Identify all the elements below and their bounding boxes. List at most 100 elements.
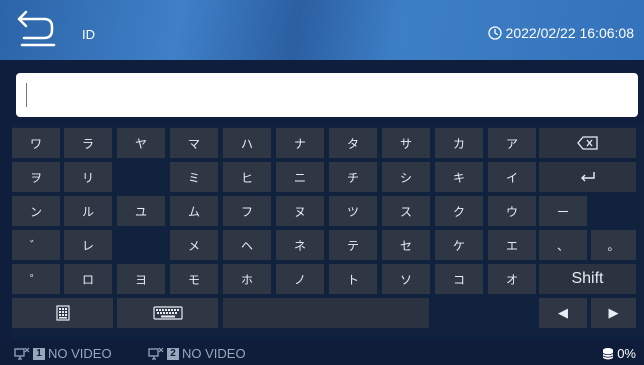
key-no-label: ノ bbox=[293, 272, 306, 287]
clock: 2022/02/22 16:06:08 bbox=[487, 25, 634, 41]
storage-status: 0% bbox=[602, 346, 636, 361]
key-e-label: エ bbox=[505, 238, 518, 253]
key-yu-label: ユ bbox=[134, 204, 147, 219]
key-wa[interactable]: ワ bbox=[12, 128, 60, 158]
key-handakuten[interactable]: ゜ bbox=[12, 264, 60, 294]
key-ro-label: ロ bbox=[81, 272, 94, 287]
left-arrow-key[interactable]: ◀ bbox=[539, 298, 587, 328]
key-n[interactable]: ン bbox=[12, 196, 60, 226]
id-text-input[interactable] bbox=[16, 73, 638, 117]
text-caret bbox=[26, 83, 27, 107]
key-yu[interactable]: ユ bbox=[117, 196, 165, 226]
key-ta[interactable]: タ bbox=[329, 128, 377, 158]
key-no[interactable]: ノ bbox=[276, 264, 324, 294]
clock-icon bbox=[487, 26, 502, 40]
back-button[interactable] bbox=[14, 8, 60, 52]
camera-link-icon bbox=[148, 347, 164, 360]
key-u[interactable]: ウ bbox=[488, 196, 536, 226]
key-chi[interactable]: チ bbox=[329, 162, 377, 192]
key-ha-label: ハ bbox=[240, 136, 253, 151]
key-ka[interactable]: カ bbox=[435, 128, 483, 158]
key-a[interactable]: ア bbox=[488, 128, 536, 158]
key-te-label: テ bbox=[346, 238, 359, 253]
key-ru[interactable]: ル bbox=[64, 196, 112, 226]
key-nu[interactable]: ヌ bbox=[276, 196, 324, 226]
long-vowel-key[interactable]: ー bbox=[539, 196, 587, 226]
right-arrow-key[interactable]: ▶ bbox=[591, 298, 636, 328]
numeric-mode-key[interactable] bbox=[12, 298, 113, 328]
key-yo-label: ヨ bbox=[134, 272, 147, 287]
key-ni[interactable]: ニ bbox=[276, 162, 324, 192]
key-so[interactable]: ソ bbox=[382, 264, 430, 294]
key-he[interactable]: ヘ bbox=[223, 230, 271, 260]
key-na[interactable]: ナ bbox=[276, 128, 324, 158]
key-fu-label: フ bbox=[240, 204, 253, 219]
space-key[interactable] bbox=[223, 298, 429, 328]
key-ne[interactable]: ネ bbox=[276, 230, 324, 260]
key-ya-label: ヤ bbox=[134, 136, 147, 151]
key-su[interactable]: ス bbox=[382, 196, 430, 226]
key-ke-label: ケ bbox=[452, 238, 465, 253]
key-a-label: ア bbox=[505, 136, 518, 151]
period-key[interactable]: 。 bbox=[591, 230, 636, 260]
key-to[interactable]: ト bbox=[329, 264, 377, 294]
camera1-number: 1 bbox=[33, 347, 45, 360]
key-re[interactable]: レ bbox=[64, 230, 112, 260]
key-dakuten[interactable]: ゛ bbox=[12, 230, 60, 260]
key-ri[interactable]: リ bbox=[64, 162, 112, 192]
key-ke[interactable]: ケ bbox=[435, 230, 483, 260]
key-ha[interactable]: ハ bbox=[223, 128, 271, 158]
key-ra[interactable]: ラ bbox=[64, 128, 112, 158]
key-na-label: ナ bbox=[293, 136, 306, 151]
key-u-label: ウ bbox=[505, 204, 518, 219]
key-mu-label: ム bbox=[187, 204, 200, 219]
status-bar: 1 NO VIDEO 2 NO VIDEO 0% bbox=[0, 342, 644, 365]
key-ku-label: ク bbox=[452, 204, 465, 219]
key-re-label: レ bbox=[81, 238, 94, 253]
keyboard-icon bbox=[152, 306, 183, 320]
key-ri-label: リ bbox=[81, 170, 94, 185]
enter-key[interactable] bbox=[539, 162, 636, 192]
key-ma[interactable]: マ bbox=[170, 128, 218, 158]
key-mu[interactable]: ム bbox=[170, 196, 218, 226]
key-ki-label: キ bbox=[452, 170, 465, 185]
key-ki[interactable]: キ bbox=[435, 162, 483, 192]
key-te[interactable]: テ bbox=[329, 230, 377, 260]
key-tsu[interactable]: ツ bbox=[329, 196, 377, 226]
camera1-status: 1 NO VIDEO bbox=[14, 346, 112, 361]
key-ho[interactable]: ホ bbox=[223, 264, 271, 294]
key-me-label: メ bbox=[187, 238, 200, 253]
key-ni-label: ニ bbox=[293, 170, 306, 185]
backspace-icon bbox=[576, 136, 598, 150]
key-sa[interactable]: サ bbox=[382, 128, 430, 158]
key-i[interactable]: イ bbox=[488, 162, 536, 192]
key-ma-label: マ bbox=[187, 136, 200, 151]
key-se-label: セ bbox=[399, 238, 412, 253]
key-mo[interactable]: モ bbox=[170, 264, 218, 294]
comma-key[interactable]: 、 bbox=[539, 230, 587, 260]
datetime-text: 2022/02/22 16:06:08 bbox=[505, 25, 634, 41]
key-to-label: ト bbox=[346, 272, 359, 287]
key-i-label: イ bbox=[505, 170, 518, 185]
key-ro[interactable]: ロ bbox=[64, 264, 112, 294]
keyboard-mode-key[interactable] bbox=[117, 298, 218, 328]
shift-key[interactable]: Shift bbox=[539, 264, 636, 294]
key-ko[interactable]: コ bbox=[435, 264, 483, 294]
key-wo[interactable]: ヲ bbox=[12, 162, 60, 192]
key-e[interactable]: エ bbox=[488, 230, 536, 260]
key-se[interactable]: セ bbox=[382, 230, 430, 260]
key-shi[interactable]: シ bbox=[382, 162, 430, 192]
key-ku[interactable]: ク bbox=[435, 196, 483, 226]
key-hi[interactable]: ヒ bbox=[223, 162, 271, 192]
key-he-label: ヘ bbox=[240, 238, 253, 253]
key-o[interactable]: オ bbox=[488, 264, 536, 294]
backspace-key[interactable] bbox=[539, 128, 636, 158]
key-so-label: ソ bbox=[399, 272, 412, 287]
key-yo[interactable]: ヨ bbox=[117, 264, 165, 294]
key-fu[interactable]: フ bbox=[223, 196, 271, 226]
camera2-number: 2 bbox=[167, 347, 179, 360]
key-ya[interactable]: ヤ bbox=[117, 128, 165, 158]
key-mi[interactable]: ミ bbox=[170, 162, 218, 192]
key-me[interactable]: メ bbox=[170, 230, 218, 260]
key-mo-label: モ bbox=[187, 272, 200, 287]
